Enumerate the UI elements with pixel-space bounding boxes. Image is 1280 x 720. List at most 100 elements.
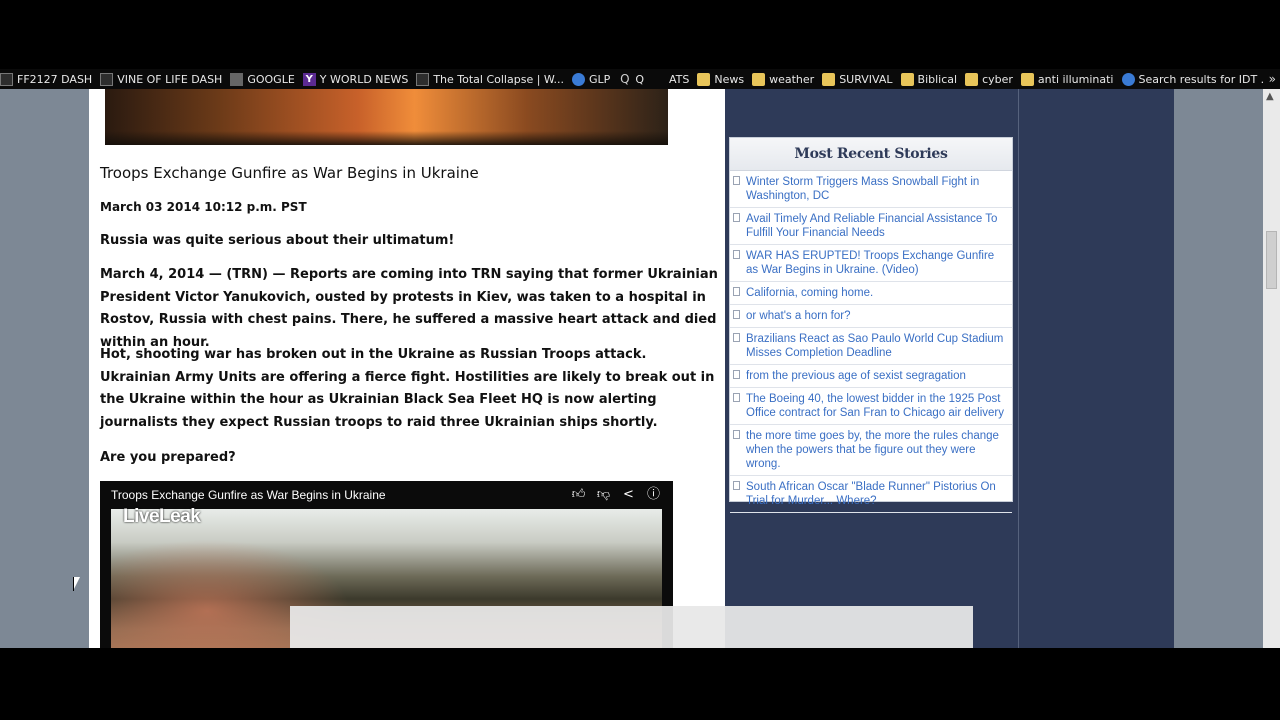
document-icon <box>733 176 740 185</box>
article-paragraph: March 4, 2014 — (TRN) — Reports are comi… <box>100 267 718 350</box>
article-paragraph: Hot, shooting war has broken out in the … <box>100 347 715 430</box>
story-link-text[interactable]: the more time goes by, the more the rule… <box>746 430 999 470</box>
vertical-scrollbar[interactable]: ▲ <box>1263 89 1280 648</box>
story-link[interactable]: California, coming home. <box>730 282 1012 305</box>
folder-icon <box>822 72 836 86</box>
bookmark-label: Biblical <box>917 72 958 86</box>
bookmark-search-results-idt[interactable]: Search results for IDT ... <box>1121 72 1272 86</box>
story-link-text[interactable]: California, coming home. <box>746 287 873 299</box>
liveleak-watermark: LiveLeak <box>123 506 201 527</box>
bookmark-label: FF2127 DASH <box>17 72 93 86</box>
story-link[interactable]: The Boeing 40, the lowest bidder in the … <box>730 388 1012 425</box>
story-link[interactable]: the more time goes by, the more the rule… <box>730 425 1012 476</box>
document-icon <box>733 287 740 296</box>
bookmark-folder-weather[interactable]: weather <box>752 72 815 86</box>
folder-icon <box>900 72 914 86</box>
thumbs-down-icon[interactable]: 👎︎ <box>596 487 611 502</box>
bookmark-label: The Total Collapse | W... <box>433 72 565 86</box>
story-link[interactable]: Avail Timely And Reliable Financial Assi… <box>730 208 1012 245</box>
bookmark-google[interactable]: GOOGLE <box>230 72 295 86</box>
bookmark-q[interactable]: QQ <box>618 71 644 86</box>
sidebar-secondary-column <box>1018 89 1174 648</box>
video-title[interactable]: Troops Exchange Gunfire as War Begins in… <box>111 488 386 502</box>
bookmark-label: Search results for IDT ... <box>1138 72 1272 86</box>
document-icon <box>733 393 740 402</box>
story-link-text[interactable]: WAR HAS ERUPTED! Troops Exchange Gunfire… <box>746 250 994 276</box>
story-link-text[interactable]: The Boeing 40, the lowest bidder in the … <box>746 393 1004 419</box>
thumbs-up-icon[interactable]: 👍︎ <box>571 487 586 502</box>
bookmark-glp[interactable]: GLP <box>572 72 611 86</box>
story-link-text[interactable]: Winter Storm Triggers Mass Snowball Figh… <box>746 176 979 202</box>
bookmark-label: News <box>714 72 745 86</box>
article-column: Troops Exchange Gunfire as War Begins in… <box>89 89 725 648</box>
page-icon <box>0 72 13 86</box>
folder-icon <box>1020 72 1034 86</box>
bookmark-label: GOOGLE <box>247 72 295 86</box>
bookmarks-bar: FF2127 DASH VINE OF LIFE DASH GOOGLE YY … <box>0 69 1280 89</box>
article-date: March 03 2014 10:12 p.m. PST <box>100 200 307 214</box>
q-icon: Q <box>620 71 630 86</box>
bookmark-y-world-news[interactable]: YY WORLD NEWS <box>302 72 409 86</box>
story-link[interactable]: from the previous age of sexist segragat… <box>730 365 1012 388</box>
bookmark-label: SURVIVAL <box>839 72 893 86</box>
document-icon <box>733 370 740 379</box>
widget-title: Most Recent Stories <box>730 138 1012 171</box>
story-link[interactable]: or what's a horn for? <box>730 305 1012 328</box>
bookmarks-overflow-button[interactable]: » <box>1264 69 1276 89</box>
bookmark-folder-biblical[interactable]: Biblical <box>900 72 958 86</box>
document-icon <box>733 250 740 259</box>
story-link-text[interactable]: or what's a horn for? <box>746 310 850 322</box>
page-icon <box>416 72 430 86</box>
bookmark-vine-of-life-dash[interactable]: VINE OF LIFE DASH <box>100 72 223 86</box>
yahoo-icon: Y <box>302 72 316 86</box>
bookmark-label: cyber <box>982 72 1013 86</box>
story-link-text[interactable]: South African Oscar "Blade Runner" Pisto… <box>746 481 996 507</box>
folder-icon <box>965 72 979 86</box>
bookmark-ats[interactable]: ATS <box>652 73 689 86</box>
bookmark-label: weather <box>769 72 815 86</box>
bookmark-label: ATS <box>669 72 690 86</box>
story-link[interactable]: South African Oscar "Blade Runner" Pisto… <box>730 476 1012 513</box>
bookmark-label: Y WORLD NEWS <box>319 72 409 86</box>
bookmark-total-collapse[interactable]: The Total Collapse | W... <box>416 72 565 86</box>
story-link-text[interactable]: Brazilians React as Sao Paulo World Cup … <box>746 333 1003 359</box>
bookmark-label: VINE OF LIFE DASH <box>117 72 223 86</box>
story-link[interactable]: Brazilians React as Sao Paulo World Cup … <box>730 328 1012 365</box>
article-title: Troops Exchange Gunfire as War Begins in… <box>100 164 479 182</box>
bookmark-label: Q <box>635 72 644 86</box>
bookmark-folder-anti-illuminati[interactable]: anti illuminati <box>1020 72 1114 86</box>
folder-icon <box>697 72 711 86</box>
info-icon[interactable]: ⓘ <box>646 487 661 502</box>
story-list: Winter Storm Triggers Mass Snowball Figh… <box>730 171 1012 513</box>
share-icon[interactable]: < <box>621 487 636 502</box>
google-icon <box>230 72 244 86</box>
document-icon <box>733 213 740 222</box>
story-link-text[interactable]: Avail Timely And Reliable Financial Assi… <box>746 213 997 239</box>
bookmark-ff2127-dash[interactable]: FF2127 DASH <box>0 72 93 86</box>
story-link[interactable]: WAR HAS ERUPTED! Troops Exchange Gunfire… <box>730 245 1012 282</box>
document-icon <box>733 310 740 319</box>
bookmark-label: GLP <box>589 72 611 86</box>
document-icon <box>733 481 740 490</box>
globe-icon <box>572 72 586 86</box>
article-question: Are you prepared? <box>100 450 236 465</box>
folder-icon <box>752 72 766 86</box>
story-link-text[interactable]: from the previous age of sexist segragat… <box>746 370 966 382</box>
article-hero-image <box>105 89 668 145</box>
video-controls: 👍︎ 👎︎ < ⓘ <box>571 487 661 502</box>
bookmark-folder-cyber[interactable]: cyber <box>965 72 1013 86</box>
globe-icon <box>1121 72 1135 86</box>
article-lead: Russia was quite serious about their ult… <box>100 233 455 248</box>
story-link[interactable]: Winter Storm Triggers Mass Snowball Figh… <box>730 171 1012 208</box>
bookmark-label: anti illuminati <box>1037 72 1114 86</box>
scrollbar-thumb[interactable] <box>1266 231 1277 289</box>
document-icon <box>733 333 740 342</box>
most-recent-stories-widget: Most Recent Stories Winter Storm Trigger… <box>729 137 1013 513</box>
mouse-cursor-icon <box>73 577 80 591</box>
browser-viewport: Troops Exchange Gunfire as War Begins in… <box>0 89 1280 648</box>
sidebar: Most Recent Stories Winter Storm Trigger… <box>725 89 1018 648</box>
bookmark-folder-survival[interactable]: SURVIVAL <box>822 72 893 86</box>
scroll-up-arrow-icon[interactable]: ▲ <box>1266 91 1274 102</box>
bookmark-folder-news[interactable]: News <box>697 72 745 86</box>
document-icon <box>733 430 740 439</box>
